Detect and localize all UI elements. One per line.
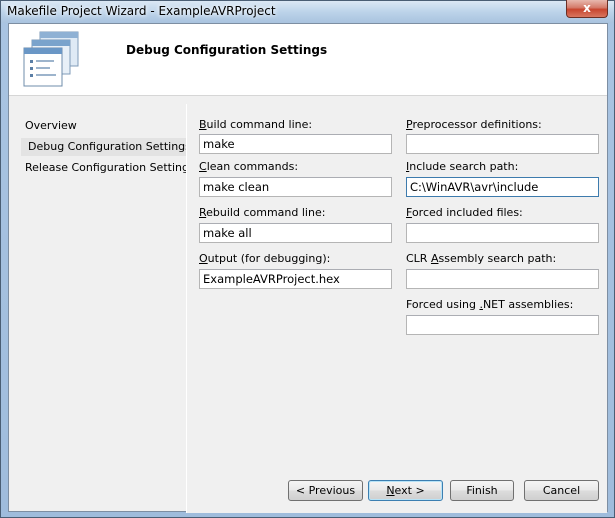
forced-includes-label: Forced included files: (406, 206, 523, 219)
clr-assembly-label: CLR Assembly search path: (406, 252, 557, 265)
settings-panel: Build command line: make Clean commands:… (186, 104, 607, 513)
close-icon: x (583, 1, 591, 15)
wizard-window: Makefile Project Wizard - ExampleAVRProj… (0, 0, 615, 518)
nav-item-debug-configuration[interactable]: Debug Configuration Settings (21, 138, 194, 156)
forced-net-label: Forced using .NET assemblies: (406, 298, 574, 311)
rebuild-command-input[interactable]: make all (199, 223, 392, 243)
output-input[interactable]: ExampleAVRProject.hex (199, 269, 392, 289)
build-command-input[interactable]: make (199, 134, 392, 154)
wizard-client-area: Debug Configuration Settings Overview De… (8, 23, 608, 513)
clr-assembly-input[interactable] (406, 269, 599, 289)
title-bar[interactable]: Makefile Project Wizard - ExampleAVRProj… (1, 0, 614, 23)
preprocessor-label: Preprocessor definitions: (406, 118, 542, 131)
previous-button[interactable]: < Previous (288, 480, 363, 501)
wizard-settings-icon (23, 31, 79, 87)
nav-item-release-configuration[interactable]: Release Configuration Settings (19, 159, 198, 177)
next-button[interactable]: Next > (368, 480, 443, 501)
output-label: Output (for debugging): (199, 252, 331, 265)
window-title: Makefile Project Wizard - ExampleAVRProj… (7, 4, 276, 18)
forced-includes-input[interactable] (406, 223, 599, 243)
close-button[interactable]: x (566, 0, 608, 18)
cancel-button[interactable]: Cancel (524, 480, 599, 501)
clean-commands-input[interactable]: make clean (199, 177, 392, 197)
wizard-nav: Overview Debug Configuration Settings Re… (9, 104, 195, 513)
wizard-header: Debug Configuration Settings (9, 24, 607, 96)
rebuild-command-label: Rebuild command line: (199, 206, 326, 219)
include-path-input[interactable]: C:\WinAVR\avr\include (406, 177, 599, 197)
preprocessor-input[interactable] (406, 134, 599, 154)
nav-item-overview[interactable]: Overview (19, 117, 80, 135)
clean-commands-label: Clean commands: (199, 160, 299, 173)
page-title: Debug Configuration Settings (126, 43, 328, 57)
build-command-label: Build command line: (199, 118, 313, 131)
forced-net-input[interactable] (406, 315, 599, 335)
finish-button[interactable]: Finish (450, 480, 514, 501)
include-path-label: Include search path: (406, 160, 519, 173)
